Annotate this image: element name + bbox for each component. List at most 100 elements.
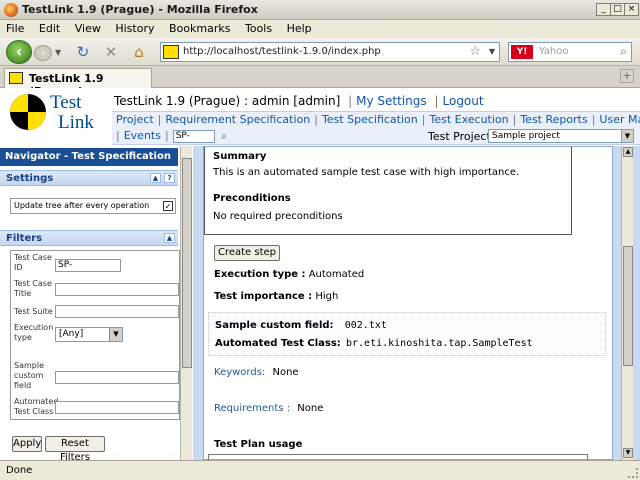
- url-dropdown-icon[interactable]: ▼: [489, 47, 495, 56]
- sample-custom-field-label: Sample custom field: [14, 361, 44, 390]
- scroll-down-icon[interactable]: ▼: [623, 448, 633, 458]
- main-panel: Summary This is an automated sample test…: [193, 146, 640, 460]
- site-favicon-icon: [163, 45, 179, 59]
- cf-sample-value: 002.txt: [344, 320, 387, 331]
- execution-type-select[interactable]: [Any] ▼: [55, 327, 123, 342]
- scroll-up-icon[interactable]: ▲: [623, 147, 633, 157]
- navigator-scrollbar[interactable]: [180, 146, 192, 460]
- menu-file[interactable]: File: [0, 20, 29, 35]
- history-dropdown-icon[interactable]: ▼: [55, 48, 61, 57]
- tab-testlink[interactable]: TestLink 1.9 (Prague): [4, 68, 152, 98]
- tab-bar: TestLink 1.9 (Prague) +: [0, 66, 640, 98]
- menu-help[interactable]: Help: [281, 20, 317, 35]
- scroll-thumb[interactable]: [182, 158, 192, 368]
- menu-bar: File Edit View History Bookmarks Tools H…: [0, 20, 640, 38]
- maximize-button[interactable]: □: [610, 3, 625, 16]
- url-text[interactable]: http://localhost/testlink-1.9.0/index.ph…: [183, 46, 381, 57]
- keywords-value: None: [272, 367, 299, 378]
- scroll-thumb[interactable]: [623, 246, 633, 366]
- test-case-title-label: Test Case Title: [14, 279, 52, 298]
- yahoo-engine-icon[interactable]: Y!: [511, 45, 533, 59]
- execution-type-value: Automated: [308, 269, 365, 280]
- menu-edit[interactable]: Edit: [33, 20, 65, 35]
- test-project-select[interactable]: Sample project ▼: [488, 129, 634, 143]
- test-case-id-input[interactable]: SP-: [55, 259, 121, 272]
- navigator-panel: Navigator - Test Specification Settings …: [0, 146, 192, 460]
- preconditions-text: No required preconditions: [213, 211, 343, 222]
- cf-class-row: Automated Test Class: br.eti.kinoshita.t…: [215, 338, 533, 349]
- firefox-icon: [4, 3, 18, 17]
- tc-quick-search-input[interactable]: SP-: [172, 129, 215, 143]
- automated-test-class-input[interactable]: [55, 401, 179, 414]
- apply-button[interactable]: Apply: [12, 436, 42, 452]
- custom-fields-box: Sample custom field: 002.txt Automated T…: [208, 312, 606, 356]
- preconditions-label: Preconditions: [213, 193, 291, 204]
- summary-box: Summary This is an automated sample test…: [204, 147, 572, 235]
- home-icon[interactable]: ⌂: [130, 43, 148, 61]
- window-titlebar: TestLink 1.9 (Prague) - Mozilla Firefox …: [0, 0, 640, 20]
- test-suite-input[interactable]: [55, 305, 179, 318]
- filters-panel-header[interactable]: Filters ▲: [0, 230, 178, 246]
- resize-grip-icon[interactable]: [628, 468, 638, 478]
- filters-box: Test Case ID SP- Test Case Title Test Su…: [10, 250, 180, 420]
- test-importance-row: Test importance : High: [214, 291, 339, 302]
- execution-type-row: Execution type : Automated: [214, 269, 365, 280]
- collapse-icon[interactable]: ▲: [164, 233, 175, 243]
- navigation-toolbar: ‹ › ▼ ↻ ✕ ⌂ http://localhost/testlink-1.…: [0, 38, 640, 66]
- logout-link[interactable]: Logout: [443, 94, 484, 108]
- tab-favicon-icon: [9, 72, 23, 84]
- minimize-button[interactable]: _: [596, 3, 611, 16]
- status-bar: Done: [0, 460, 640, 480]
- back-button[interactable]: ‹: [6, 40, 32, 64]
- test-case-view: Summary This is an automated sample test…: [203, 146, 613, 460]
- cf-class-value: br.eti.kinoshita.tap.SampleTest: [345, 338, 533, 349]
- menu-test-spec[interactable]: Test Specification: [322, 113, 418, 126]
- test-project-label: Test Project: [428, 130, 491, 143]
- my-settings-link[interactable]: My Settings: [356, 94, 427, 108]
- url-bar[interactable]: http://localhost/testlink-1.9.0/index.ph…: [160, 42, 500, 62]
- chevron-down-icon[interactable]: ▼: [109, 328, 122, 341]
- new-tab-button[interactable]: +: [620, 69, 634, 83]
- reset-filters-button[interactable]: Reset Filters: [45, 436, 105, 460]
- menu-history[interactable]: History: [109, 20, 159, 35]
- update-tree-setting: Update tree after every operation ✓: [10, 198, 176, 214]
- requirements-label[interactable]: Requirements :: [214, 403, 290, 414]
- menu-project[interactable]: Project: [116, 113, 154, 126]
- keywords-label[interactable]: Keywords:: [214, 367, 265, 378]
- menu-view[interactable]: View: [69, 20, 106, 35]
- sample-custom-field-input[interactable]: [55, 371, 179, 384]
- automated-test-class-label: Automated Test Class: [14, 397, 59, 416]
- menu-user-management[interactable]: User Management: [599, 113, 640, 126]
- menu-requirement-spec[interactable]: Requirement Specification: [165, 113, 310, 126]
- requirements-value: None: [297, 403, 324, 414]
- requirements-row: Requirements : None: [214, 403, 323, 414]
- search-placeholder[interactable]: Yahoo: [539, 46, 568, 57]
- collapse-icon[interactable]: ▲: [150, 173, 161, 183]
- search-icon[interactable]: ⌕: [620, 44, 627, 59]
- forward-button[interactable]: ›: [34, 45, 52, 61]
- status-text: Done: [6, 465, 33, 476]
- search-icon[interactable]: ⌕: [218, 131, 227, 142]
- bookmark-star-icon[interactable]: ☆: [469, 44, 481, 59]
- reload-icon[interactable]: ↻: [74, 43, 92, 61]
- events-link[interactable]: Events: [124, 129, 161, 142]
- test-case-title-input[interactable]: [55, 283, 179, 296]
- menu-tools[interactable]: Tools: [239, 20, 277, 35]
- window-title: TestLink 1.9 (Prague) - Mozilla Firefox: [22, 3, 258, 16]
- summary-label: Summary: [213, 151, 267, 162]
- summary-text: This is an automated sample test case wi…: [213, 167, 520, 178]
- testlink-logo[interactable]: Test Link: [8, 92, 100, 138]
- create-step-button[interactable]: Create step: [214, 245, 280, 261]
- chevron-down-icon[interactable]: ▼: [621, 130, 633, 142]
- menu-test-execution[interactable]: Test Execution: [429, 113, 508, 126]
- menu-test-reports[interactable]: Test Reports: [520, 113, 587, 126]
- close-button[interactable]: ×: [624, 3, 639, 16]
- menu-bookmarks[interactable]: Bookmarks: [163, 20, 235, 35]
- update-tree-checkbox[interactable]: ✓: [163, 201, 173, 211]
- search-bar[interactable]: Y! Yahoo ⌕: [508, 42, 632, 62]
- main-scrollbar[interactable]: ▲ ▼: [621, 146, 633, 460]
- settings-panel-header[interactable]: Settings ▲ ?: [0, 170, 178, 186]
- stop-icon[interactable]: ✕: [102, 43, 120, 61]
- help-icon[interactable]: ?: [164, 173, 175, 183]
- test-suite-label: Test Suite: [14, 307, 53, 316]
